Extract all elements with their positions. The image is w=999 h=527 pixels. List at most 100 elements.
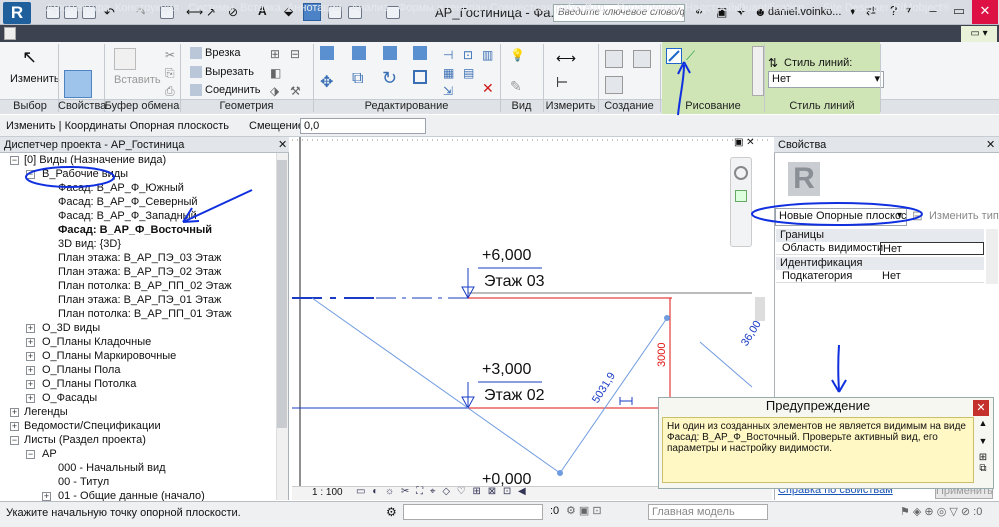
tab-annotate[interactable]: Аннотации [287, 0, 342, 17]
tree-view-item[interactable]: Фасад: В_АР_Ф_Западный [58, 209, 197, 223]
properties-toggle-icon[interactable] [64, 70, 92, 98]
tree-view-item[interactable]: План потолка: В_АР_ПП_01 Этаж [58, 307, 232, 321]
create-group-icon[interactable] [605, 76, 623, 94]
type-selector[interactable]: Новые Опорные плоскост [775, 208, 907, 226]
tab-collaborate[interactable]: Совместная работа [490, 0, 591, 17]
section-identity[interactable]: Идентификация [776, 257, 984, 270]
tab-site-designer[interactable]: Site Designer [823, 0, 889, 17]
trim-icon[interactable] [413, 70, 427, 84]
revit-app-button[interactable]: R [3, 2, 31, 24]
tab-bimobject[interactable]: BIMobject® [893, 0, 950, 17]
cope-button[interactable]: Врезка [205, 47, 241, 59]
create-parts-icon[interactable] [633, 50, 651, 68]
tree-toggle-icon[interactable]: + [26, 338, 35, 347]
prop-value-subcategory[interactable]: Нет [880, 270, 901, 283]
worksets-icon[interactable]: ⚙ [386, 505, 397, 519]
view-close-icon[interactable]: ▣ ✕ [734, 137, 755, 148]
edit-type-button[interactable]: Изменить тип [929, 210, 999, 222]
close-icon[interactable]: ✕ [972, 0, 998, 24]
tab-quantification[interactable]: Quantification [737, 0, 804, 17]
demolish-icon[interactable]: ⊟ [290, 47, 300, 61]
unpin-icon[interactable]: ▤ [463, 66, 474, 80]
line-style-select[interactable]: Нет ▾ [768, 71, 884, 88]
extend-icon[interactable]: ▥ [482, 48, 493, 62]
tree-view-item[interactable]: 3D вид: {3D} [58, 237, 121, 251]
tree-folder[interactable]: АР [42, 447, 57, 461]
join-icon[interactable] [190, 84, 202, 96]
split-icon[interactable]: ⊣ [443, 48, 453, 62]
tab-structure[interactable]: Конструкция [115, 0, 179, 17]
close-icon[interactable]: ✕ [278, 138, 287, 151]
cursor-icon[interactable]: ↖ [22, 47, 37, 68]
override-icon[interactable]: ✎ [510, 78, 522, 95]
move-icon[interactable]: ✥ [320, 72, 333, 92]
tree-folder[interactable]: О_Планы Кладочные [42, 335, 151, 349]
pin-icon[interactable]: ⊡ [463, 48, 473, 62]
warning-scroll-down-icon[interactable]: ▼ [976, 436, 990, 446]
level-3-elevation[interactable]: +6,000 [482, 247, 531, 265]
tab-manage[interactable]: Управление [617, 0, 678, 17]
selection-filter-icons[interactable]: ⚑ ◈ ⊕ ◎ ▽ ⊘ :0 [900, 505, 982, 518]
pick-line-draw-icon[interactable] [666, 48, 682, 64]
cut-clip-icon[interactable]: ✂ [165, 48, 175, 62]
tab-view[interactable]: Вид [585, 0, 605, 17]
zoom-icon[interactable] [735, 190, 747, 202]
edit-type-icon[interactable]: ⊟ [912, 208, 923, 224]
warning-expand-icon[interactable]: ⊞ [976, 452, 990, 463]
close-icon[interactable]: ✕ [986, 138, 995, 151]
tree-toggle-icon[interactable]: + [10, 422, 19, 431]
cut-button[interactable]: Вырезать [205, 66, 254, 78]
tree-toggle-icon[interactable]: − [10, 436, 19, 445]
align-icon[interactable] [320, 46, 334, 60]
tree-sheets[interactable]: Листы (Раздел проекта) [24, 433, 146, 447]
join-button[interactable]: Соединить [205, 84, 261, 96]
copy-icon[interactable]: ⧉ [352, 70, 363, 88]
section-bounds[interactable]: Границы [776, 229, 984, 242]
draw-gallery-scroll[interactable] [752, 46, 764, 96]
tree-toggle-icon[interactable]: − [10, 156, 19, 165]
match-icon[interactable]: ⎙ [165, 84, 175, 99]
browser-scroll-thumb[interactable] [277, 160, 287, 428]
split-face-icon[interactable]: ◧ [270, 66, 281, 80]
design-option-select[interactable]: Главная модель [648, 504, 768, 520]
menu-dropdown-icon[interactable] [4, 27, 16, 40]
tree-working-views[interactable]: В_Рабочие виды [42, 167, 128, 181]
tree-folder[interactable]: О_Планы Пола [42, 363, 120, 377]
tree-toggle-icon[interactable]: + [26, 366, 35, 375]
tree-folder[interactable]: О_Планы Маркировочные [42, 349, 176, 363]
paste-button[interactable]: Вставить [114, 74, 161, 86]
modify-button[interactable]: Изменить [10, 73, 60, 85]
paint-icon[interactable]: ⬗ [270, 84, 279, 98]
copy-clip-icon[interactable]: ⎘ [165, 66, 175, 81]
measure-icon[interactable]: ⟷ [556, 50, 576, 67]
wall-join-icon[interactable]: ⊞ [270, 47, 280, 61]
mirror-draw-icon[interactable] [413, 46, 427, 60]
tree-toggle-icon[interactable]: + [26, 394, 35, 403]
array-icon[interactable]: ▦ [443, 66, 454, 80]
level-2-elevation[interactable]: +3,000 [482, 361, 531, 379]
aligned-dimension-icon[interactable]: ⊢ [556, 74, 568, 91]
tab-analyze[interactable]: Анализ [351, 0, 388, 17]
vertical-dimension[interactable]: 3000 [656, 343, 668, 367]
tree-sheet-item[interactable]: 00 - Титул [58, 475, 109, 489]
tree-toggle-icon[interactable]: + [26, 380, 35, 389]
tree-view-item[interactable]: Фасад: В_АР_Ф_Южный [58, 181, 184, 195]
view-scale[interactable]: 1 : 100 [312, 487, 343, 498]
cut-geometry-icon[interactable] [190, 66, 202, 78]
tree-view-item[interactable]: План потолка: В_АР_ПП_02 Этаж [58, 279, 232, 293]
tree-folder[interactable]: О_Фасады [42, 391, 97, 405]
tree-view-item[interactable]: План этажа: В_АР_ПЭ_03 Этаж [58, 251, 221, 265]
steering-wheel-icon[interactable] [734, 166, 748, 180]
worksets-select[interactable] [403, 504, 543, 520]
warning-scroll-up-icon[interactable]: ▲ [976, 418, 990, 428]
tree-views-root[interactable]: [0] Виды (Назначение вида) [24, 153, 166, 167]
panel-label-select[interactable]: Выбор [4, 99, 56, 114]
tab-systems[interactable]: Системы [188, 0, 234, 17]
offset-icon[interactable] [352, 46, 366, 60]
tab-insert[interactable]: Вставка [240, 0, 281, 17]
offset-input[interactable]: 0,0 [300, 118, 426, 134]
tree-toggle-icon[interactable]: + [26, 324, 35, 333]
rotate-icon[interactable]: ↻ [382, 68, 397, 89]
tree-schedules[interactable]: Ведомости/Спецификации [24, 419, 161, 433]
mirror-axis-icon[interactable] [383, 46, 397, 60]
